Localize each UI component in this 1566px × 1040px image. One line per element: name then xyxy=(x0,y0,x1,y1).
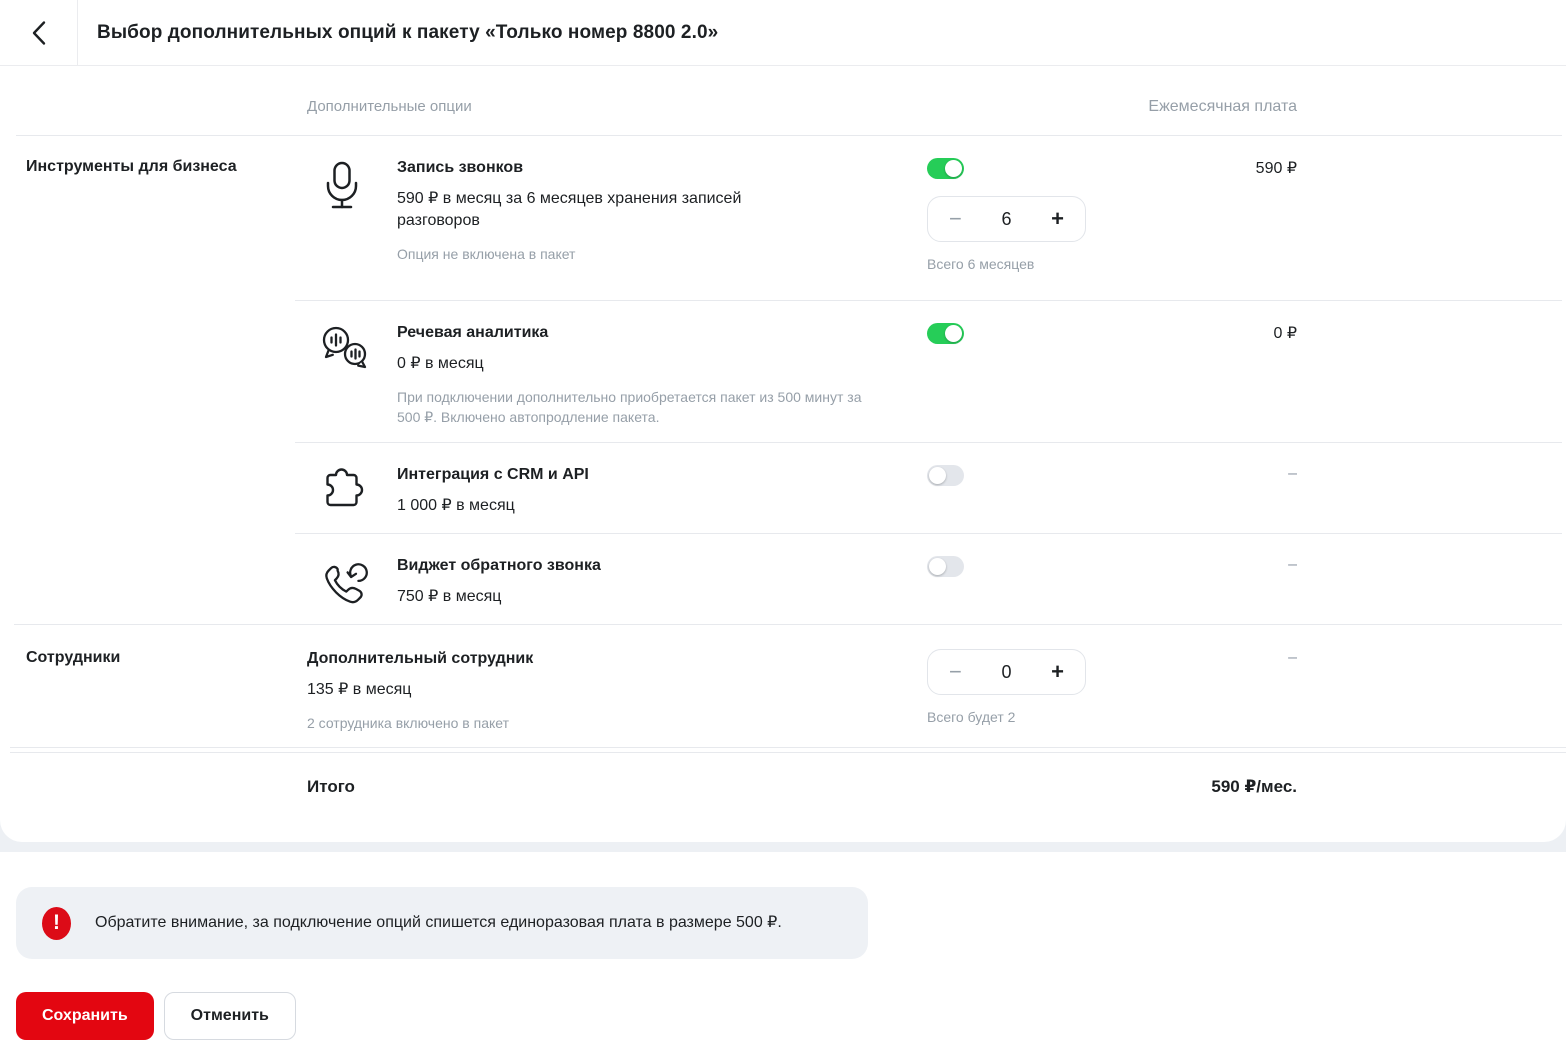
option-note: 2 сотрудника включено в пакет xyxy=(307,713,533,733)
option-fee: – xyxy=(1087,649,1297,667)
option-description: 135 ₽ в месяц xyxy=(307,679,533,701)
section-label-business: Инструменты для бизнеса xyxy=(26,158,237,175)
chevron-left-icon xyxy=(31,20,47,46)
option-note: Опция не включена в пакет xyxy=(397,244,747,264)
total-label: Итого xyxy=(307,777,355,797)
notice-text: Обратите внимание, за подключение опций … xyxy=(95,912,782,934)
phone-callback-icon xyxy=(307,556,397,608)
option-fee: 0 ₽ xyxy=(1087,323,1297,343)
stepper-hint: Всего 6 месяцев xyxy=(927,256,1087,272)
option-title: Виджет обратного звонка xyxy=(397,556,601,576)
call-recording-stepper: − 6 + xyxy=(927,196,1086,242)
action-buttons: Сохранить Отменить xyxy=(16,992,1566,1040)
microphone-icon xyxy=(307,158,397,264)
option-description: 1 000 ₽ в месяц xyxy=(397,495,589,517)
option-row-crm-api: Интеграция с CRM и API 1 000 ₽ в месяц – xyxy=(0,443,1566,533)
stepper-decrease-button[interactable]: − xyxy=(945,657,966,687)
exclamation-icon: ! xyxy=(42,907,71,940)
option-fee: – xyxy=(1087,465,1297,483)
stepper-value: 0 xyxy=(1001,662,1011,683)
call-recording-toggle[interactable] xyxy=(927,158,964,179)
options-card: Дополнительные опции Ежемесячная плата И… xyxy=(0,66,1566,842)
option-description: 750 ₽ в месяц xyxy=(397,586,601,608)
option-description: 590 ₽ в месяц за 6 месяцев хранения запи… xyxy=(397,188,747,232)
section-label-employees: Сотрудники xyxy=(26,649,120,666)
back-button[interactable] xyxy=(0,0,78,65)
stepper-decrease-button[interactable]: − xyxy=(945,204,966,234)
extra-employee-stepper: − 0 + xyxy=(927,649,1086,695)
puzzle-icon xyxy=(307,465,397,517)
option-description: 0 ₽ в месяц xyxy=(397,353,747,375)
one-time-fee-notice: ! Обратите внимание, за подключение опци… xyxy=(16,887,868,959)
option-title: Речевая аналитика xyxy=(397,323,875,343)
option-note: При подключении дополнительно приобретае… xyxy=(397,387,875,427)
speech-analytics-icon xyxy=(307,323,397,427)
option-title: Дополнительный сотрудник xyxy=(307,649,533,669)
page-title: Выбор дополнительных опций к пакету «Тол… xyxy=(97,22,718,44)
toggle-knob xyxy=(929,467,946,484)
top-bar: Выбор дополнительных опций к пакету «Тол… xyxy=(0,0,1566,66)
toggle-knob xyxy=(945,325,962,342)
column-header-fee: Ежемесячная плата xyxy=(1148,98,1297,115)
stepper-increase-button[interactable]: + xyxy=(1047,204,1068,234)
stepper-value: 6 xyxy=(1001,209,1011,230)
option-title: Интеграция с CRM и API xyxy=(397,465,589,485)
total-value: 590 ₽/мес. xyxy=(1087,777,1297,797)
toggle-knob xyxy=(929,558,946,575)
option-row-callback-widget: Виджет обратного звонка 750 ₽ в месяц – xyxy=(0,534,1566,624)
toggle-knob xyxy=(945,160,962,177)
content-background: Дополнительные опции Ежемесячная плата И… xyxy=(0,66,1566,852)
option-row-speech-analytics: Речевая аналитика 0 ₽ в месяц При подклю… xyxy=(0,301,1566,442)
option-fee: 590 ₽ xyxy=(1087,158,1297,178)
crm-api-toggle[interactable] xyxy=(927,465,964,486)
column-header-options: Дополнительные опции xyxy=(307,98,472,116)
stepper-hint: Всего будет 2 xyxy=(927,709,1087,725)
cancel-button[interactable]: Отменить xyxy=(164,992,296,1040)
speech-analytics-toggle[interactable] xyxy=(927,323,964,344)
callback-widget-toggle[interactable] xyxy=(927,556,964,577)
stepper-increase-button[interactable]: + xyxy=(1047,657,1068,687)
save-button[interactable]: Сохранить xyxy=(16,992,154,1040)
option-row-extra-employee: Сотрудники Дополнительный сотрудник 135 … xyxy=(0,625,1566,747)
option-title: Запись звонков xyxy=(397,158,747,178)
option-fee: – xyxy=(1087,556,1297,574)
option-row-call-recording: Инструменты для бизнеса Запись звонков 5… xyxy=(0,136,1566,300)
table-header-row: Дополнительные опции Ежемесячная плата xyxy=(0,66,1566,135)
total-row: Итого 590 ₽/мес. xyxy=(0,753,1566,842)
